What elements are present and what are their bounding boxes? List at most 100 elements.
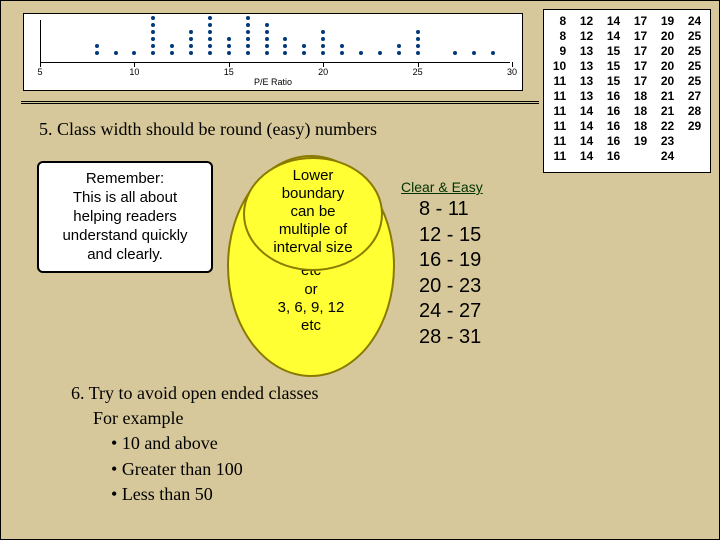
range-line: 12 - 15 [419,223,481,249]
tick-label: 5 [37,67,42,77]
data-point [246,30,250,34]
data-point [359,51,363,55]
lower-boundary-callout: Lower boundary can be multiple of interv… [243,157,383,271]
data-cell: 17 [634,74,647,89]
remember-callout: Remember: This is all about helping read… [37,161,213,273]
data-column: 19202020202121222324 [661,14,674,168]
data-point [227,37,231,41]
data-point [151,30,155,34]
data-cell: 11 [553,89,566,104]
data-table: 8891011111111111112121313131314141414141… [543,9,711,173]
data-cell: 14 [607,14,620,29]
data-cell: 19 [634,134,647,149]
data-point [246,44,250,48]
data-cell: 16 [607,134,620,149]
data-cell: 18 [634,104,647,119]
data-point [397,44,401,48]
data-point [302,51,306,55]
data-cell: 11 [553,74,566,89]
data-cell: 17 [634,14,647,29]
x-axis [40,62,510,63]
data-cell: 24 [688,14,701,29]
data-cell: 15 [607,44,620,59]
data-point [208,44,212,48]
data-cell: 20 [661,74,674,89]
tick-label: 15 [224,67,234,77]
data-point [208,37,212,41]
round-line: etc [235,317,387,335]
data-cell: 11 [553,119,566,134]
divider [21,101,539,104]
data-cell: 18 [634,89,647,104]
data-point [265,23,269,27]
data-point [321,30,325,34]
round-line: 3, 6, 9, 12 [235,299,387,317]
rule-6-block: 6. Try to avoid open ended classes For e… [71,381,318,507]
data-point [114,51,118,55]
data-cell: 25 [688,74,701,89]
data-column: 2425252525272829 [688,14,701,168]
clear-easy-label: Clear & Easy [401,179,483,195]
rule-6-heading: 6. Try to avoid open ended classes [71,381,318,406]
data-point [321,51,325,55]
data-cell: 20 [661,44,674,59]
data-column: 171717171718181819 [634,14,647,168]
data-point [397,51,401,55]
data-point [265,51,269,55]
data-cell: 20 [661,59,674,74]
tick-label: 30 [507,67,517,77]
data-cell: 15 [607,74,620,89]
data-point [170,44,174,48]
data-cell: 27 [688,89,701,104]
data-point [151,44,155,48]
round-line: or [235,281,387,299]
data-cell: 14 [580,119,593,134]
data-point [208,16,212,20]
data-point [132,51,136,55]
data-cell: 14 [580,134,593,149]
lower-line: boundary [249,185,377,203]
tick-label: 10 [129,67,139,77]
range-line: 28 - 31 [419,325,481,351]
bullet-item: • Less than 50 [111,482,318,507]
data-cell: 17 [634,59,647,74]
data-point [340,51,344,55]
data-point [227,51,231,55]
data-cell: 8 [559,29,566,44]
data-cell: 19 [661,14,674,29]
data-point [416,51,420,55]
data-point [95,51,99,55]
data-point [151,23,155,27]
range-line: 8 - 11 [419,197,481,223]
data-point [453,51,457,55]
data-cell: 18 [634,119,647,134]
data-point [151,37,155,41]
data-cell: 12 [580,14,593,29]
lower-line: interval size [249,239,377,257]
data-cell: 9 [559,44,566,59]
for-example-label: For example [93,406,318,431]
data-point [302,44,306,48]
data-point [246,37,250,41]
tick-label: 25 [413,67,423,77]
data-point [227,44,231,48]
data-cell: 11 [553,134,566,149]
data-point [265,37,269,41]
data-cell: 14 [607,29,620,44]
data-point [491,51,495,55]
data-column: 12121313131314141414 [580,14,593,168]
data-column: 14141515151616161616 [607,14,620,168]
data-point [283,37,287,41]
data-cell: 16 [607,149,620,164]
data-point [208,30,212,34]
data-cell: 23 [661,134,674,149]
data-point [321,44,325,48]
data-point [472,51,476,55]
data-point [189,51,193,55]
bullet-item: • Greater than 100 [111,457,318,482]
data-point [265,44,269,48]
data-point [246,51,250,55]
slide: P/E Ratio 51015202530 889101111111111111… [0,0,720,540]
data-cell: 12 [580,29,593,44]
data-cell: 17 [634,44,647,59]
